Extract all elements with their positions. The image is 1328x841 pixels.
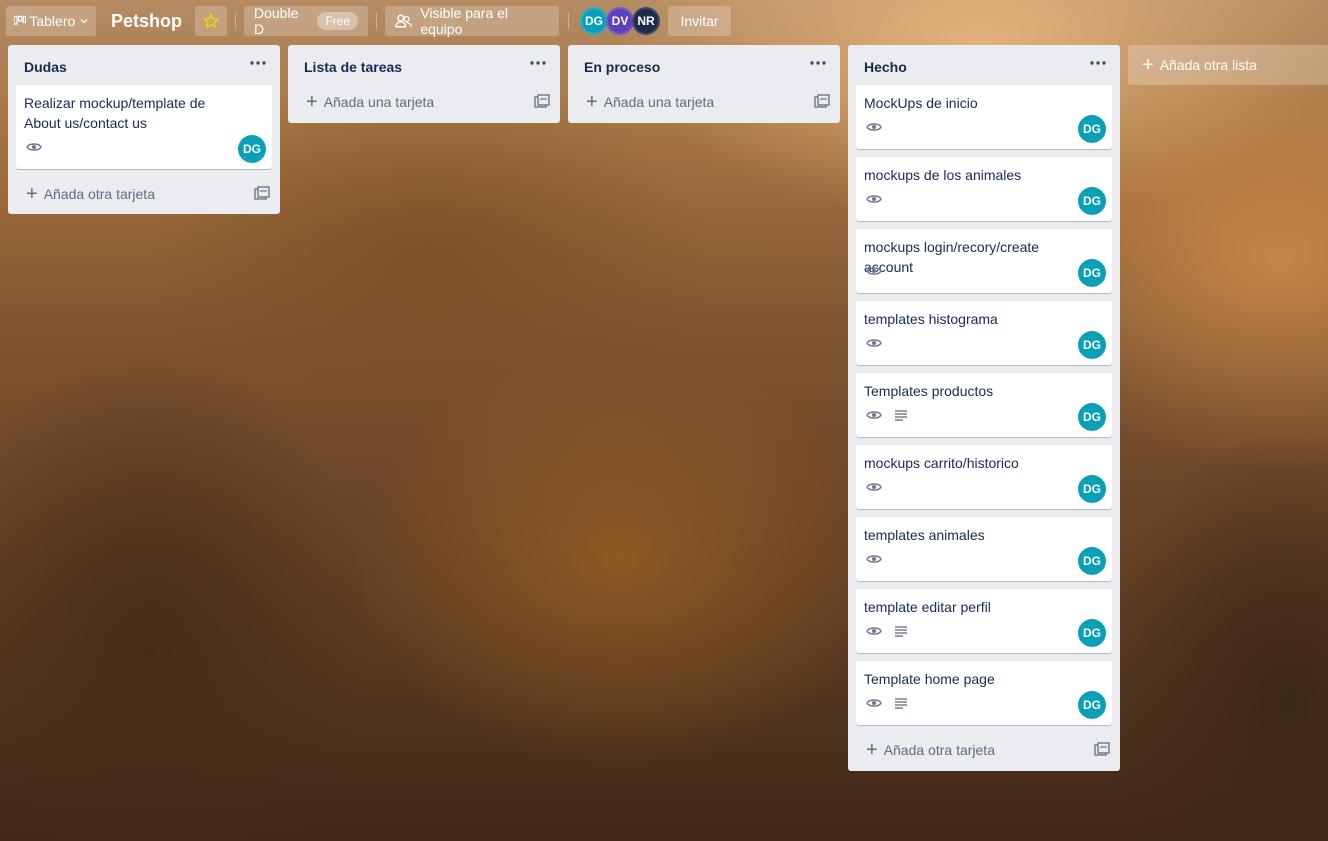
card[interactable]: template editar perfil DG	[856, 589, 1112, 653]
more-icon[interactable]	[808, 53, 828, 73]
card-member-avatar[interactable]: DG	[1078, 691, 1106, 719]
list-dudas: Dudas Realizar mockup/template de About …	[8, 45, 280, 214]
list-title[interactable]: Hecho	[864, 59, 907, 75]
eye-icon	[866, 483, 882, 491]
card-title: templates histograma	[864, 311, 998, 327]
card-template-icon[interactable]	[814, 94, 830, 110]
board-switcher-button[interactable]: Tablero	[6, 6, 96, 36]
add-card-button[interactable]: + Añada una tarjeta	[576, 87, 832, 117]
star-icon	[203, 13, 219, 28]
eye-icon	[866, 699, 882, 707]
description-icon	[895, 410, 907, 421]
header-divider	[376, 13, 377, 29]
plus-icon: +	[586, 91, 598, 113]
member-avatar-dg[interactable]: DG	[580, 7, 608, 35]
visibility-button[interactable]: Visible para el equipo	[385, 5, 559, 37]
add-card-button[interactable]: + Añada otra tarjeta	[856, 735, 1112, 765]
list-hecho: Hecho MockUps de inicio DG mockups de lo…	[848, 45, 1120, 771]
card-title: mockups carrito/historico	[864, 455, 1019, 471]
eye-icon	[866, 339, 882, 347]
add-card-label: Añada otra tarjeta	[883, 742, 995, 758]
team-name: Double D	[254, 5, 299, 37]
card[interactable]: templates animales DG	[856, 517, 1112, 581]
card-member-avatar[interactable]: DG	[1078, 187, 1106, 215]
invite-button[interactable]: Invitar	[668, 6, 731, 36]
member-initials: NR	[637, 14, 655, 28]
description-icon	[895, 626, 907, 637]
card-member-avatar[interactable]: DG	[1078, 547, 1106, 575]
card[interactable]: Template home page DG	[856, 661, 1112, 725]
card-member-avatar[interactable]: DG	[1078, 115, 1106, 143]
card-member-avatar[interactable]: DG	[1078, 331, 1106, 359]
card-member-avatar[interactable]: DG	[1078, 619, 1106, 647]
eye-icon	[866, 627, 882, 635]
card[interactable]: Templates productos DG	[856, 373, 1112, 437]
add-list-label: Añada otra lista	[1159, 57, 1257, 73]
card[interactable]: Realizar mockup/template de About us/con…	[16, 85, 272, 169]
member-avatar-nr[interactable]: NR	[632, 7, 660, 35]
card-title: mockups login/recory/create account	[864, 239, 1040, 275]
card-member-avatar[interactable]: DG	[238, 135, 266, 163]
card-template-icon[interactable]	[254, 186, 270, 202]
board-icon	[14, 15, 27, 25]
board-switcher-label: Tablero	[29, 13, 76, 29]
card-title: mockups de los animales	[864, 167, 1022, 183]
team-visibility-icon	[395, 14, 412, 28]
card-template-icon[interactable]	[534, 94, 550, 110]
card-title: templates animales	[864, 527, 985, 543]
add-card-label: Añada otra tarjeta	[43, 186, 155, 202]
card-title: MockUps de inicio	[864, 95, 978, 111]
member-avatar-dv[interactable]: DV	[606, 7, 634, 35]
list-title[interactable]: En proceso	[584, 59, 660, 75]
add-card-button[interactable]: + Añada una tarjeta	[296, 87, 552, 117]
card[interactable]: mockups login/recory/create account DG	[856, 229, 1112, 293]
card[interactable]: MockUps de inicio DG	[856, 85, 1112, 149]
eye-icon	[26, 143, 42, 151]
card[interactable]: templates histograma DG	[856, 301, 1112, 365]
more-icon[interactable]	[248, 53, 268, 73]
eye-icon	[866, 411, 882, 419]
board-title[interactable]: Petshop	[111, 11, 182, 32]
list-lista-de-tareas: Lista de tareas + Añada una tarjeta	[288, 45, 560, 123]
description-icon	[895, 698, 907, 709]
plus-icon: +	[306, 91, 318, 113]
more-icon[interactable]	[528, 53, 548, 73]
add-list-button[interactable]: + Añada otra lista	[1128, 45, 1328, 85]
plus-icon: +	[26, 183, 38, 205]
header-divider	[568, 13, 569, 29]
card-member-avatar[interactable]: DG	[1078, 259, 1106, 287]
card-title: template editar perfil	[864, 599, 991, 615]
chevron-down-icon	[80, 19, 88, 24]
card[interactable]: mockups de los animales DG	[856, 157, 1112, 221]
card[interactable]: mockups carrito/historico DG	[856, 445, 1112, 509]
plus-icon: +	[1142, 54, 1154, 76]
member-initials: DG	[585, 14, 603, 28]
list-title[interactable]: Dudas	[24, 59, 67, 75]
card-title: Template home page	[864, 671, 995, 687]
member-initials: DV	[611, 14, 629, 28]
list-en-proceso: En proceso + Añada una tarjeta	[568, 45, 840, 123]
visibility-label: Visible para el equipo	[420, 5, 509, 37]
more-icon[interactable]	[1088, 53, 1108, 73]
star-button[interactable]	[195, 6, 227, 36]
header-divider	[235, 13, 236, 29]
plan-badge: Free	[317, 12, 358, 30]
eye-icon	[866, 555, 882, 563]
eye-icon	[866, 195, 882, 203]
list-title[interactable]: Lista de tareas	[304, 59, 402, 75]
card-member-avatar[interactable]: DG	[1078, 475, 1106, 503]
eye-icon	[866, 267, 882, 275]
card-template-icon[interactable]	[1094, 742, 1110, 758]
board-header: Tablero Petshop Double D Free Visible pa…	[0, 0, 1328, 44]
card-title: Templates productos	[864, 383, 994, 399]
add-card-label: Añada una tarjeta	[323, 94, 435, 110]
team-button[interactable]: Double D Free	[244, 5, 368, 37]
eye-icon	[866, 123, 882, 131]
plus-icon: +	[866, 739, 878, 761]
card-member-avatar[interactable]: DG	[1078, 403, 1106, 431]
add-card-label: Añada una tarjeta	[603, 94, 715, 110]
card-title: Realizar mockup/template de About us/con…	[24, 95, 206, 131]
add-card-button[interactable]: + Añada otra tarjeta	[16, 179, 272, 209]
